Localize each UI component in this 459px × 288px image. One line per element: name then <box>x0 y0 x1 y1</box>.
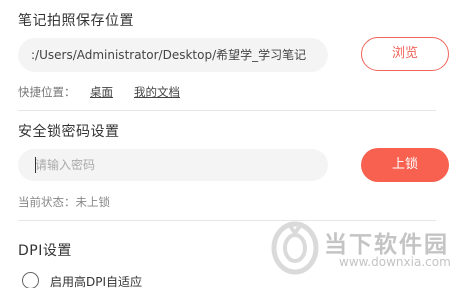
quick-link-my-documents[interactable]: 我的文档 <box>134 84 180 100</box>
text-caret <box>35 157 36 173</box>
lock-button[interactable]: 上锁 <box>361 148 449 182</box>
security-lock-title: 安全锁密码设置 <box>18 124 120 140</box>
high-dpi-label: 启用高DPI自适应 <box>50 275 143 288</box>
save-location-title: 笔记拍照保存位置 <box>18 13 134 29</box>
save-path-field[interactable]: :/Users/Administrator/Desktop/希望学_学习笔记 <box>18 38 328 72</box>
high-dpi-radio[interactable] <box>22 272 39 288</box>
password-input[interactable] <box>18 149 328 181</box>
watermark-title: 当下软件园 <box>324 232 449 258</box>
watermark-url: www.downxia.com <box>339 255 451 269</box>
divider <box>18 110 436 111</box>
dpi-title: DPI设置 <box>18 243 72 259</box>
browse-button[interactable]: 浏览 <box>361 37 449 71</box>
quick-link-desktop[interactable]: 桌面 <box>90 84 113 100</box>
quick-location-row: 快捷位置： 桌面 我的文档 <box>18 84 180 100</box>
divider <box>18 220 436 221</box>
downxia-logo-icon <box>271 221 319 275</box>
quick-location-label: 快捷位置： <box>18 85 76 99</box>
lock-status-text: 当前状态：未上锁 <box>18 195 110 209</box>
